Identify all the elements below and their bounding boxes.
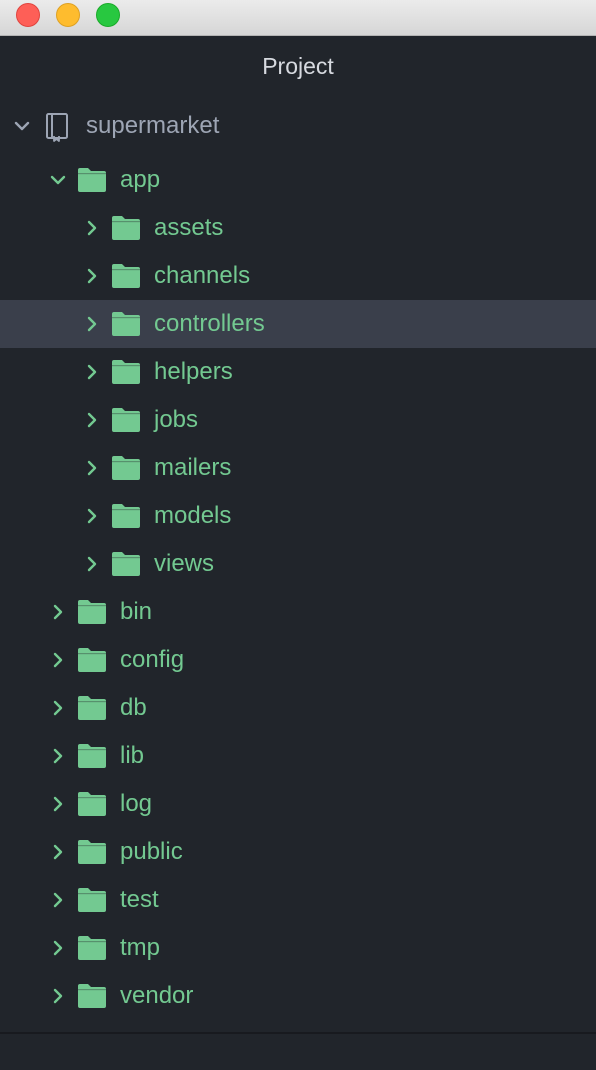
tree-item-label: app [120, 166, 161, 193]
tree-item-label: test [120, 886, 159, 913]
tree-item-tmp[interactable]: tmp [0, 924, 596, 972]
project-window: Project supermarket app assets channels con… [0, 0, 596, 1070]
tree-root-label: supermarket [86, 112, 220, 139]
tree-item-label: config [120, 646, 185, 673]
panel-title: Project [262, 53, 334, 79]
tree-item-label: channels [154, 262, 251, 289]
tree-item-assets[interactable]: assets [0, 204, 596, 252]
tree-item-app[interactable]: app [0, 156, 596, 204]
title-bar[interactable] [0, 0, 596, 36]
tree-item-label: db [120, 694, 147, 721]
chevron-right-icon[interactable] [48, 842, 68, 862]
tree-item-label: models [154, 502, 232, 529]
tree-item-log[interactable]: log [0, 780, 596, 828]
tree-item-config[interactable]: config [0, 636, 596, 684]
chevron-down-icon[interactable] [12, 116, 32, 136]
tree-item-public[interactable]: public [0, 828, 596, 876]
tree-item-label: lib [120, 742, 145, 769]
minimize-button[interactable] [56, 3, 80, 27]
folder-icon [78, 888, 106, 912]
tree-item-label: public [120, 838, 183, 865]
tree-item-jobs[interactable]: jobs [0, 396, 596, 444]
close-button[interactable] [16, 3, 40, 27]
folder-icon [112, 456, 140, 480]
chevron-down-icon[interactable] [48, 170, 68, 190]
chevron-right-icon[interactable] [48, 746, 68, 766]
tree-item-models[interactable]: models [0, 492, 596, 540]
chevron-right-icon[interactable] [48, 698, 68, 718]
tree-item-mailers[interactable]: mailers [0, 444, 596, 492]
folder-icon [78, 744, 106, 768]
panel-bottom-divider [0, 1032, 596, 1034]
folder-icon [112, 216, 140, 240]
tree-item-views[interactable]: views [0, 540, 596, 588]
folder-icon [78, 168, 106, 192]
zoom-button[interactable] [96, 3, 120, 27]
tree-item-bin[interactable]: bin [0, 588, 596, 636]
tree-item-label: controllers [154, 310, 265, 337]
chevron-right-icon[interactable] [82, 266, 102, 286]
repo-book-icon [46, 113, 68, 142]
chevron-right-icon[interactable] [48, 602, 68, 622]
folder-icon [78, 840, 106, 864]
tree-root-supermarket[interactable]: supermarket [0, 102, 596, 150]
folder-icon [112, 360, 140, 384]
chevron-right-icon[interactable] [48, 794, 68, 814]
tree-item-label: jobs [154, 406, 199, 433]
chevron-right-icon[interactable] [82, 362, 102, 382]
tree-item-label: views [154, 550, 215, 577]
chevron-right-icon[interactable] [48, 986, 68, 1006]
chevron-right-icon[interactable] [82, 554, 102, 574]
folder-icon [112, 408, 140, 432]
chevron-right-icon[interactable] [82, 410, 102, 430]
tree-item-label: assets [154, 214, 224, 241]
chevron-right-icon[interactable] [82, 314, 102, 334]
tree-item-helpers[interactable]: helpers [0, 348, 596, 396]
chevron-right-icon[interactable] [82, 506, 102, 526]
folder-icon [78, 600, 106, 624]
folder-icon [78, 984, 106, 1008]
folder-icon [112, 552, 140, 576]
folder-icon [78, 936, 106, 960]
tree-item-test[interactable]: test [0, 876, 596, 924]
chevron-right-icon[interactable] [82, 458, 102, 478]
folder-icon [112, 504, 140, 528]
chevron-right-icon[interactable] [48, 650, 68, 670]
folder-icon [78, 696, 106, 720]
tree-item-label: log [120, 790, 153, 817]
tree-item-controllers[interactable]: controllers [0, 300, 596, 348]
tree-item-channels[interactable]: channels [0, 252, 596, 300]
folder-icon [112, 264, 140, 288]
tree-item-label: bin [120, 598, 153, 625]
tree-item-label: tmp [120, 934, 161, 961]
tree-item-vendor[interactable]: vendor [0, 972, 596, 1020]
tree-item-label: mailers [154, 454, 232, 481]
folder-icon [112, 312, 140, 336]
tree-item-db[interactable]: db [0, 684, 596, 732]
chevron-right-icon[interactable] [48, 938, 68, 958]
tree-item-label: helpers [154, 358, 233, 385]
tree-item-lib[interactable]: lib [0, 732, 596, 780]
folder-icon [78, 792, 106, 816]
chevron-right-icon[interactable] [82, 218, 102, 238]
tree-item-label: vendor [120, 982, 194, 1009]
folder-icon [78, 648, 106, 672]
chevron-right-icon[interactable] [48, 890, 68, 910]
